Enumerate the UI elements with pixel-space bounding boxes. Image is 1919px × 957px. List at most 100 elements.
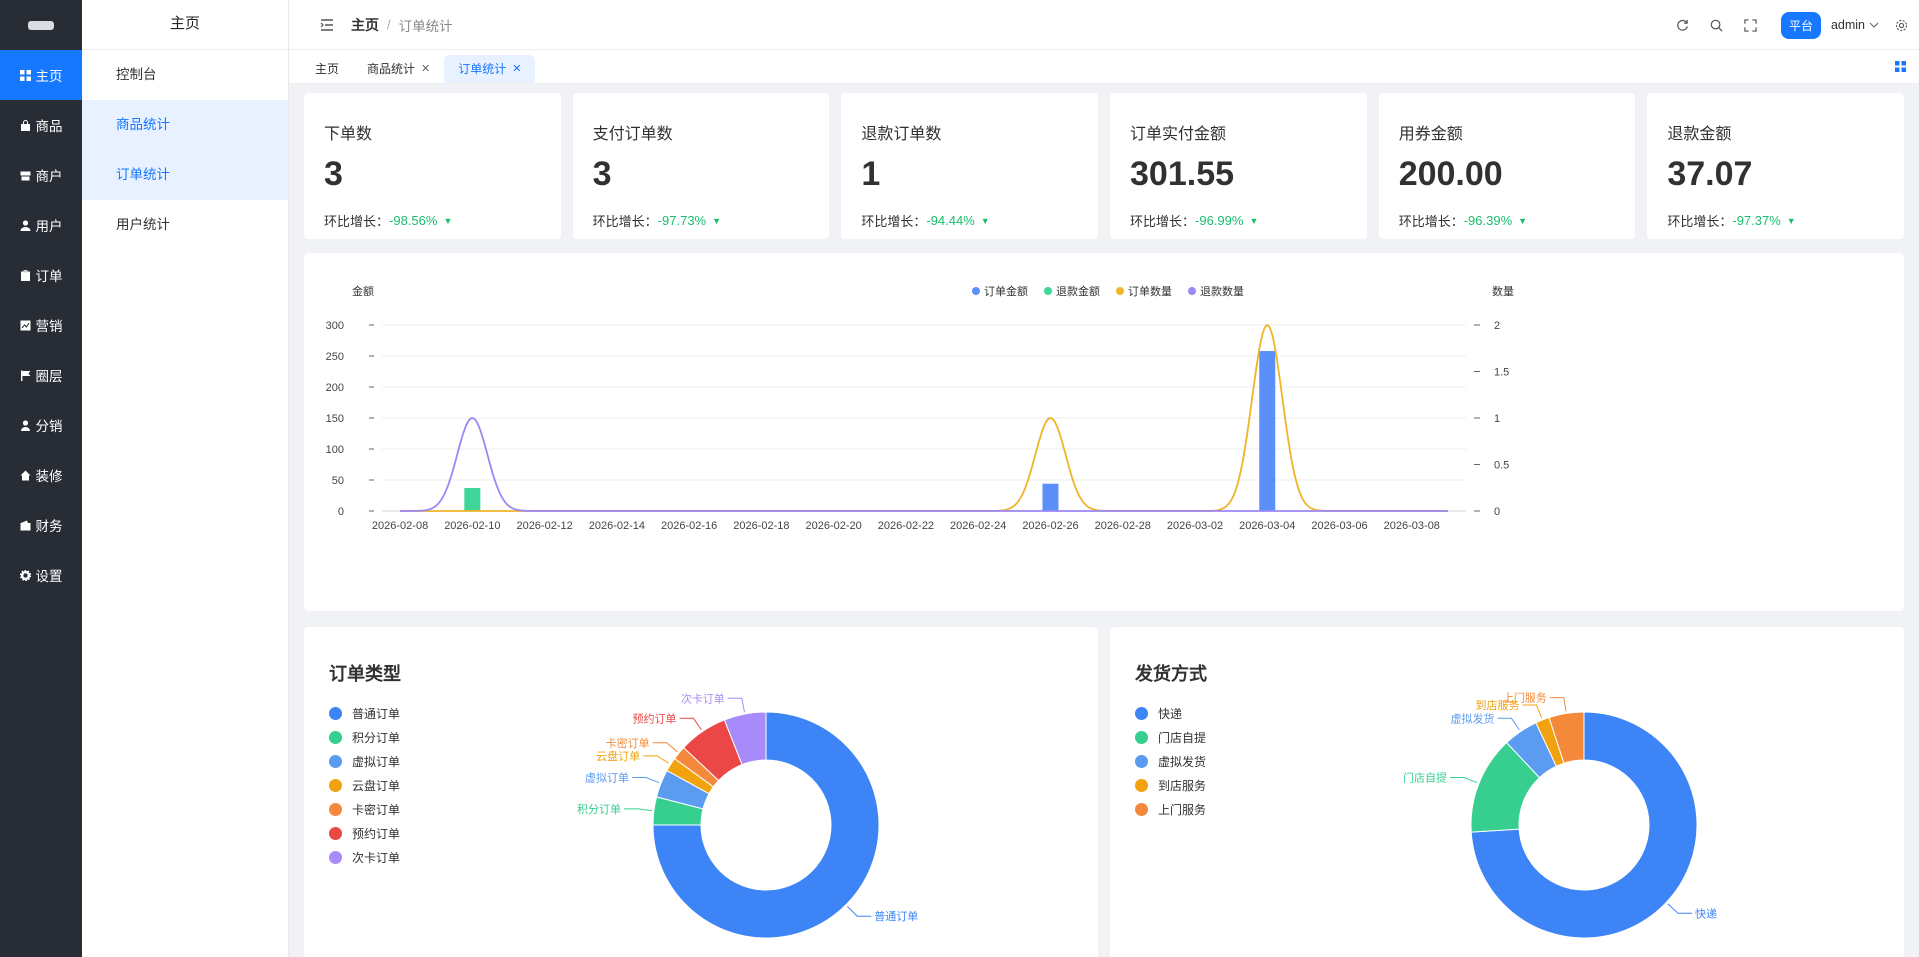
stat-card: 订单实付金额 301.55 环比增长： -96.99% ▼ <box>1110 93 1367 239</box>
triangle-down-icon: ▼ <box>712 215 722 226</box>
order-type-pie: 普通订单 积分订单 虚拟订单 云盘订单卡密订单 预约订单次卡订单 <box>577 691 918 939</box>
slice-label: 虚拟订单 <box>585 771 629 785</box>
home-icon <box>20 469 32 481</box>
growth-label: 环比增长： <box>1130 214 1196 229</box>
nav-item-label: 用户 <box>35 219 63 234</box>
x-tick-label: 2026-02-08 <box>372 520 428 532</box>
user-name: admin <box>1830 18 1865 32</box>
x-tick-label: 2026-02-22 <box>878 520 934 532</box>
flag-icon <box>20 369 32 381</box>
x-tick-label: 2026-02-12 <box>516 520 572 532</box>
triangle-down-icon: ▼ <box>443 215 453 226</box>
nav-item-9[interactable]: 财务 <box>0 500 82 550</box>
fullscreen-icon[interactable] <box>1743 17 1759 33</box>
top-header: 主页 / 订单统计 平台 admin <box>289 0 1919 50</box>
delivery-method-pie: 快递门店自提虚拟发货到店服务上门服务 <box>1403 691 1717 939</box>
bag-icon <box>20 119 32 131</box>
slice-label: 虚拟发货 <box>1450 711 1494 725</box>
close-icon[interactable]: ✕ <box>421 55 430 83</box>
legend-item[interactable]: 退款数量 <box>1188 284 1244 298</box>
x-tick-label: 2026-02-10 <box>444 520 500 532</box>
y2-tick-label: 0 <box>1494 506 1500 518</box>
stat-card: 下单数 3 环比增长： -98.56% ▼ <box>304 93 561 239</box>
nav-item-0[interactable]: 主页 <box>0 50 82 100</box>
breadcrumb-root[interactable]: 主页 <box>351 15 379 35</box>
search-icon[interactable] <box>1709 17 1725 33</box>
nav-item-5[interactable]: 营销 <box>0 300 82 350</box>
grid-icon <box>20 69 32 81</box>
breadcrumb-current: 订单统计 <box>398 18 453 34</box>
stat-title: 退款订单数 <box>861 126 942 143</box>
triangle-down-icon: ▼ <box>1249 215 1259 226</box>
stat-value: 200.00 <box>1398 155 1503 193</box>
x-tick-label: 2026-03-08 <box>1384 520 1440 532</box>
y2-axis-label: 数量 <box>1492 285 1514 298</box>
nav-item-label: 营销 <box>35 319 63 334</box>
user-icon <box>20 219 32 231</box>
y-tick-label: 300 <box>326 320 344 332</box>
stat-title: 下单数 <box>324 126 373 143</box>
nav-item-10[interactable]: 设置 <box>0 550 82 600</box>
x-tick-label: 2026-02-24 <box>950 520 1006 532</box>
label-leader <box>632 777 660 784</box>
x-tick-label: 2026-03-06 <box>1311 520 1367 532</box>
tab-order-stats[interactable]: 订单统计 ✕ <box>444 55 536 83</box>
nav-item-4[interactable]: 订单 <box>0 250 82 300</box>
y2-tick-label: 1 <box>1494 413 1500 425</box>
legend-item[interactable]: 退款金额 <box>1044 284 1100 298</box>
stat-growth: 环比增长： -97.73% ▼ <box>593 211 721 230</box>
shop-icon <box>20 169 32 181</box>
triangle-down-icon: ▼ <box>980 215 990 226</box>
logo <box>0 0 82 50</box>
stat-title: 订单实付金额 <box>1130 126 1227 143</box>
close-icon[interactable]: ✕ <box>512 55 521 83</box>
slice-label: 次卡订单 <box>681 691 725 705</box>
user-menu[interactable]: admin <box>1831 18 1879 32</box>
legend-label: 退款数量 <box>1200 284 1244 298</box>
nav-item-7[interactable]: 分销 <box>0 400 82 450</box>
stat-growth: 环比增长： -97.37% ▼ <box>1667 211 1795 230</box>
slice-label: 快递 <box>1695 906 1717 920</box>
legend-dot <box>972 287 980 295</box>
tab-product-stats[interactable]: 商品统计 ✕ <box>353 55 444 83</box>
bar-mark <box>1042 483 1059 511</box>
nav-item-6[interactable]: 圈层 <box>0 350 82 400</box>
growth-value: -98.56% <box>389 213 438 228</box>
tabs-grid-icon[interactable] <box>1895 59 1907 72</box>
label-leader <box>1549 697 1567 712</box>
menu-fold-icon[interactable] <box>319 17 335 33</box>
growth-value: -94.44% <box>926 213 975 228</box>
legend-item[interactable]: 订单数量 <box>1116 285 1172 298</box>
nav-item-label: 订单 <box>35 269 63 284</box>
y-axis-label: 金额 <box>352 284 374 298</box>
chart-icon <box>20 319 32 331</box>
nav-item-1[interactable]: 商品 <box>0 100 82 150</box>
stat-title: 退款金额 <box>1667 126 1732 143</box>
tab-home[interactable]: 主页 <box>301 55 353 83</box>
submenu-item-order-stats[interactable]: 订单统计 <box>82 150 288 200</box>
tab-label: 订单统计 <box>458 62 507 76</box>
nav-item-8[interactable]: 装修 <box>0 450 82 500</box>
label-leader <box>652 742 678 753</box>
refresh-icon[interactable] <box>1675 17 1691 33</box>
series-line <box>400 417 1448 512</box>
y-tick-label: 100 <box>326 444 344 456</box>
submenu-item-dashboard[interactable]: 控制台 <box>82 50 288 100</box>
label-leader <box>846 905 872 917</box>
legend-item[interactable]: 订单金额 <box>972 284 1028 298</box>
submenu-item-user-stats[interactable]: 用户统计 <box>82 200 288 250</box>
breadcrumb-separator: / <box>387 17 391 32</box>
platform-button[interactable]: 平台 <box>1780 11 1821 39</box>
nav-item-2[interactable]: 商户 <box>0 150 82 200</box>
submenu-item-product-stats[interactable]: 商品统计 <box>82 100 288 150</box>
stat-title: 支付订单数 <box>592 126 673 143</box>
nav-item-label: 商品 <box>35 119 63 134</box>
y2-tick-label: 1.5 <box>1494 367 1509 379</box>
settings-gear-icon[interactable] <box>1893 17 1909 33</box>
header-actions: 平台 admin <box>1675 0 1919 50</box>
nav-item-3[interactable]: 用户 <box>0 200 82 250</box>
main-content: 下单数 3 环比增长： -98.56% ▼ 支付订单数 3 环比增长： -97.73% ▼ 退款订单… <box>289 84 1919 957</box>
y-tick-label: 50 <box>332 475 344 487</box>
main-nav: 主页商品商户用户订单营销圈层 分销 装修 财务 设置 <box>0 0 82 957</box>
y-tick-label: 150 <box>326 413 344 425</box>
